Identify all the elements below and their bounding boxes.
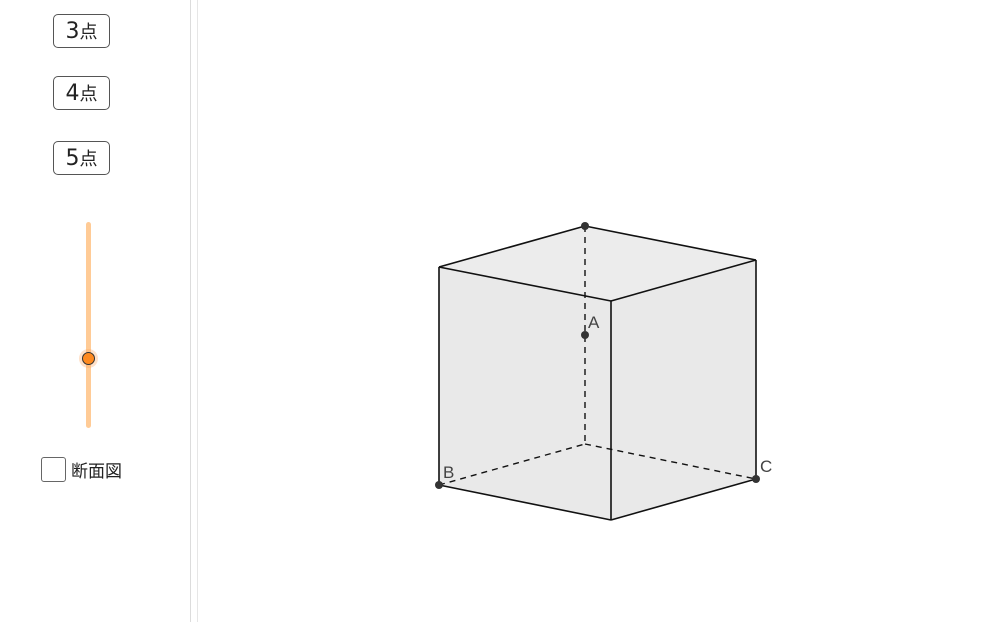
button-suffix: 点	[79, 22, 98, 43]
five-points-button[interactable]: 5点	[53, 141, 110, 175]
cross-section-checkbox[interactable]	[41, 457, 66, 482]
point-c[interactable]	[752, 475, 760, 483]
vertical-slider-track[interactable]	[86, 222, 91, 428]
top-back-vertex-point[interactable]	[581, 222, 589, 230]
four-points-button[interactable]: 4点	[53, 76, 110, 110]
cube-front-right-face	[611, 260, 756, 520]
panel-divider[interactable]	[190, 0, 198, 622]
button-number: 4	[65, 80, 80, 106]
slider-knob[interactable]	[82, 352, 95, 365]
button-number: 3	[65, 18, 80, 44]
point-b[interactable]	[435, 481, 443, 489]
point-a-label: A	[588, 313, 600, 332]
cross-section-label: 断面図	[71, 462, 122, 482]
graphics-view-3d[interactable]: A B C	[198, 0, 992, 622]
button-suffix: 点	[79, 84, 98, 105]
point-a[interactable]	[581, 331, 589, 339]
cross-section-toggle[interactable]: 断面図	[41, 456, 122, 483]
button-number: 5	[65, 145, 80, 171]
button-suffix: 点	[79, 149, 98, 170]
point-b-label: B	[443, 463, 454, 482]
cube-figure: A B C	[435, 222, 772, 521]
point-c-label: C	[760, 457, 772, 476]
geogebra-app: 3点 4点 5点 断面図 A B C	[0, 0, 992, 622]
three-points-button[interactable]: 3点	[53, 14, 110, 48]
control-panel: 3点 4点 5点 断面図	[0, 0, 190, 622]
